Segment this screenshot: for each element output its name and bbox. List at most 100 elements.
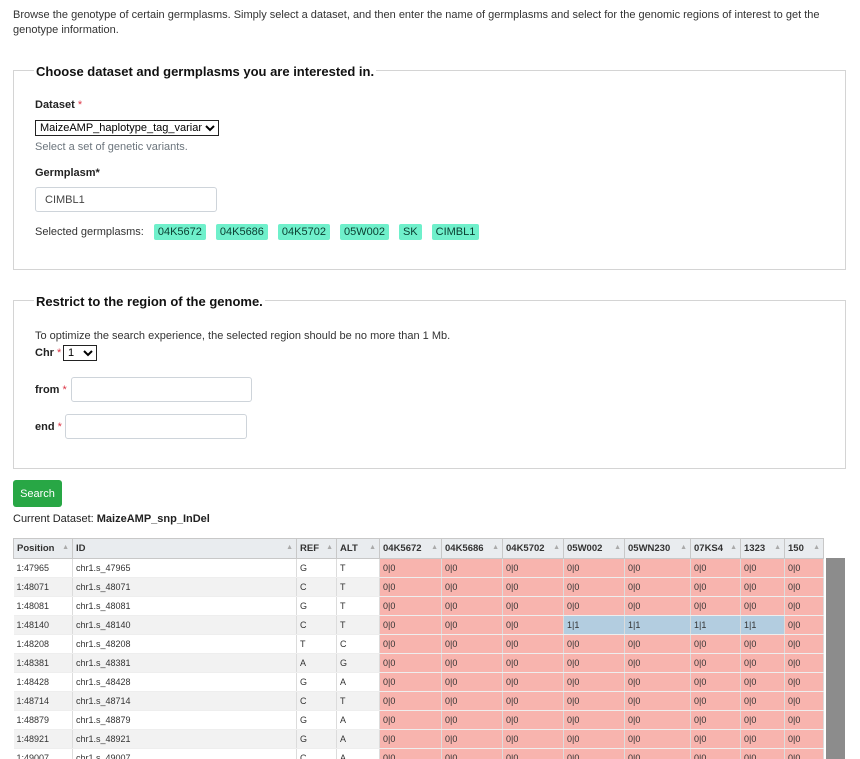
germplasm-tag[interactable]: 04K5686 xyxy=(215,224,268,240)
genotype-cell: 0|0 xyxy=(379,596,442,616)
genotype-cell: 0|0 xyxy=(690,634,741,654)
position-cell: 1:47965 xyxy=(13,558,73,578)
genotype-cell: 0|0 xyxy=(784,710,824,730)
column-header-label: REF xyxy=(300,543,319,554)
sort-arrow-icon[interactable]: ▲ xyxy=(286,544,293,551)
sort-arrow-icon[interactable]: ▲ xyxy=(553,544,560,551)
genotype-table-container[interactable]: Position ▲ ID ▲ REF ▲ ALT ▲ 04K5672 ▲ 04K5686 ▲ 04K5… xyxy=(13,538,845,759)
position-cell: 1:48921 xyxy=(13,729,73,749)
sort-arrow-icon[interactable]: ▲ xyxy=(492,544,499,551)
alt-cell: T xyxy=(336,577,380,597)
sort-arrow-icon[interactable]: ▲ xyxy=(62,544,69,551)
sort-arrow-icon[interactable]: ▲ xyxy=(813,544,820,551)
search-button[interactable]: Search xyxy=(13,480,62,507)
ref-cell: G xyxy=(296,729,337,749)
genotype-cell: 0|0 xyxy=(740,653,785,673)
alt-cell: A xyxy=(336,729,380,749)
genotype-cell: 0|0 xyxy=(379,729,442,749)
end-label: end * xyxy=(35,421,62,433)
sort-arrow-icon[interactable]: ▲ xyxy=(369,544,376,551)
genotype-cell: 0|0 xyxy=(563,710,625,730)
column-header-label: 05W002 xyxy=(567,543,603,554)
required-mark: * xyxy=(62,384,67,396)
sort-arrow-icon[interactable]: ▲ xyxy=(431,544,438,551)
position-cell: 1:48714 xyxy=(13,691,73,711)
selected-germplasms: Selected germplasms: 04K5672 04K5686 04K… xyxy=(35,224,480,240)
genotype-cell: 0|0 xyxy=(502,577,564,597)
id-cell: chr1.s_48081 xyxy=(72,596,297,616)
ref-cell: G xyxy=(296,672,337,692)
column-header[interactable]: 04K5686 ▲ xyxy=(441,538,503,559)
sort-arrow-icon[interactable]: ▲ xyxy=(326,544,333,551)
germplasm-tag[interactable]: 05W002 xyxy=(339,224,389,240)
genotype-cell: 0|0 xyxy=(690,653,741,673)
sort-arrow-icon[interactable]: ▲ xyxy=(614,544,621,551)
germplasm-tag[interactable]: CIMBL1 xyxy=(431,224,480,240)
genotype-cell: 0|0 xyxy=(379,577,442,597)
current-dataset-value: MaizeAMP_snp_InDel xyxy=(96,513,210,525)
column-header-label: 04K5702 xyxy=(506,543,545,554)
germplasm-tag[interactable]: 04K5672 xyxy=(153,224,206,240)
genotype-cell: 0|0 xyxy=(502,672,564,692)
sort-arrow-icon[interactable]: ▲ xyxy=(730,544,737,551)
ref-cell: C xyxy=(296,615,337,635)
genotype-cell: 0|0 xyxy=(441,691,503,711)
column-header[interactable]: 04K5702 ▲ xyxy=(502,538,564,559)
column-header[interactable]: 1323 ▲ xyxy=(740,538,785,559)
id-cell: chr1.s_48140 xyxy=(72,615,297,635)
position-cell: 1:48140 xyxy=(13,615,73,635)
genotype-cell: 0|0 xyxy=(502,748,564,759)
genotype-cell: 0|0 xyxy=(379,653,442,673)
column-header[interactable]: Position ▲ xyxy=(13,538,73,559)
chr-label: Chr * xyxy=(35,347,62,359)
genotype-cell: 0|0 xyxy=(624,748,691,759)
column-header[interactable]: REF ▲ xyxy=(296,538,337,559)
column-header[interactable]: 150 ▲ xyxy=(784,538,824,559)
genotype-cell: 0|0 xyxy=(502,729,564,749)
alt-cell: A xyxy=(336,672,380,692)
genotype-cell: 0|0 xyxy=(784,577,824,597)
chr-select[interactable]: 1 xyxy=(63,345,97,361)
genotype-cell: 0|0 xyxy=(740,634,785,654)
genotype-cell: 0|0 xyxy=(441,558,503,578)
genotype-cell: 0|0 xyxy=(740,558,785,578)
sort-arrow-icon[interactable]: ▲ xyxy=(774,544,781,551)
column-header[interactable]: 04K5672 ▲ xyxy=(379,538,442,559)
position-cell: 1:48381 xyxy=(13,653,73,673)
column-header[interactable]: ALT ▲ xyxy=(336,538,380,559)
genotype-cell: 0|0 xyxy=(690,577,741,597)
germplasm-input[interactable] xyxy=(35,187,217,212)
table-scrollbar[interactable] xyxy=(826,558,845,759)
ref-cell: T xyxy=(296,634,337,654)
position-cell: 1:48428 xyxy=(13,672,73,692)
alt-cell: T xyxy=(336,615,380,635)
genotype-cell: 1|1 xyxy=(740,615,785,635)
genotype-cell: 0|0 xyxy=(784,729,824,749)
ref-cell: G xyxy=(296,710,337,730)
ref-cell: C xyxy=(296,577,337,597)
genotype-cell: 0|0 xyxy=(379,558,442,578)
column-header-label: 07KS4 xyxy=(694,543,724,554)
alt-cell: T xyxy=(336,558,380,578)
germplasm-tag[interactable]: 04K5702 xyxy=(277,224,330,240)
column-header[interactable]: 07KS4 ▲ xyxy=(690,538,741,559)
column-header[interactable]: 05W002 ▲ xyxy=(563,538,625,559)
genotype-cell: 0|0 xyxy=(784,653,824,673)
genotype-cell: 0|0 xyxy=(740,577,785,597)
end-input[interactable] xyxy=(65,414,247,439)
ref-cell: C xyxy=(296,691,337,711)
genotype-cell: 0|0 xyxy=(784,691,824,711)
genotype-cell: 0|0 xyxy=(690,558,741,578)
from-input[interactable] xyxy=(71,377,252,402)
genotype-cell: 0|0 xyxy=(563,729,625,749)
genotype-cell: 1|1 xyxy=(563,615,625,635)
position-cell: 1:48879 xyxy=(13,710,73,730)
dataset-select[interactable]: MaizeAMP_haplotype_tag_variants xyxy=(35,120,219,136)
ref-cell: C xyxy=(296,748,337,759)
germplasm-tag[interactable]: SK xyxy=(398,224,422,240)
column-header[interactable]: ID ▲ xyxy=(72,538,297,559)
sort-arrow-icon[interactable]: ▲ xyxy=(680,544,687,551)
genotype-cell: 0|0 xyxy=(624,596,691,616)
required-mark: * xyxy=(77,99,83,111)
column-header[interactable]: 05WN230 ▲ xyxy=(624,538,691,559)
